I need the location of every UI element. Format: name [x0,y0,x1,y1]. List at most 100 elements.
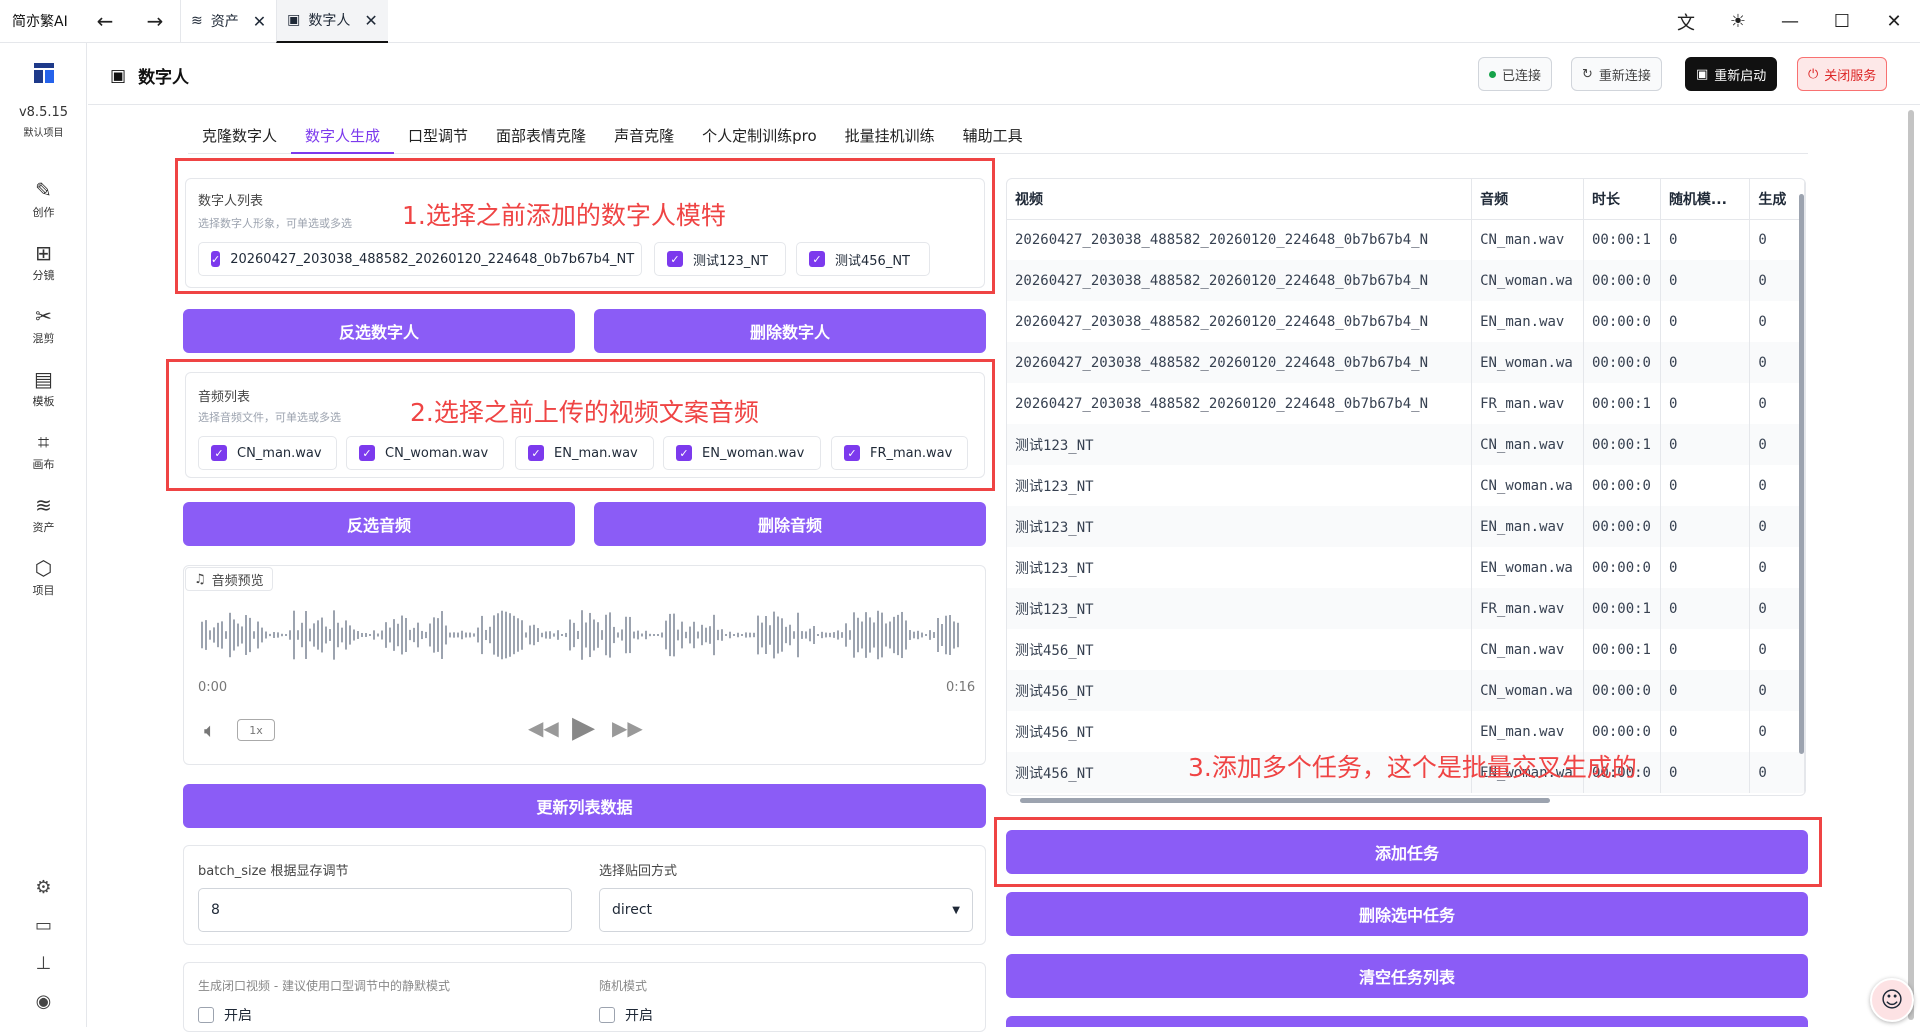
translate-icon[interactable]: 文 [1660,9,1712,35]
table-cell: 00:00:1 [1583,424,1661,465]
canvas-icon: ⌗ [37,430,50,454]
tab-batch-training[interactable]: 批量挂机训练 [831,122,949,154]
table-row[interactable]: 20260427_203038_488582_20260120_224648_0… [1007,383,1805,424]
play-icon[interactable]: ▶ [572,710,595,745]
tab-face-clone[interactable]: 面部表情克隆 [482,122,600,154]
invert-humans-button[interactable]: 反选数字人 [183,309,575,353]
column-header-video[interactable]: 视频 [1007,179,1473,220]
table-cell: 0 [1660,301,1751,342]
add-task-button[interactable]: 添加任务 [1006,830,1808,874]
table-cell: 0 [1749,301,1805,342]
table-cell: 00:00:1 [1583,219,1661,260]
options-panel [183,962,986,1032]
tab-digital-human[interactable]: ▣ 数字人 ✕ [276,0,388,43]
table-row[interactable]: 20260427_203038_488582_20260120_224648_0… [1007,219,1805,260]
close-icon[interactable]: ✕ [364,11,377,30]
window-close-icon[interactable]: ✕ [1868,11,1920,32]
partial-button[interactable] [1006,1016,1808,1027]
table-cell: 00:00:0 [1583,547,1661,588]
table-row[interactable]: 20260427_203038_488582_20260120_224648_0… [1007,301,1805,342]
tab-lip-adjust[interactable]: 口型调节 [394,122,482,154]
settings-gear-icon[interactable]: ⚙ [0,877,87,898]
reconnect-button[interactable]: ↻ 重新连接 [1571,57,1662,91]
back-arrow-icon[interactable]: ← [80,0,130,43]
table-row[interactable]: 20260427_203038_488582_20260120_224648_0… [1007,342,1805,383]
column-header-random[interactable]: 随机模... [1660,179,1751,220]
tab-clone-human[interactable]: 克隆数字人 [188,122,291,154]
random-mode-toggle[interactable]: 开启 [599,1005,653,1025]
table-cell: 0 [1749,465,1805,506]
tab-generate-human[interactable]: 数字人生成 [291,122,395,154]
delete-humans-button[interactable]: 删除数字人 [594,309,986,353]
column-header-generate[interactable]: 生成 [1749,179,1805,220]
tab-custom-training[interactable]: 个人定制训练pro [688,122,831,154]
closed-mouth-toggle[interactable]: 开启 [198,1005,252,1025]
clapper-icon: ▤ [34,367,53,391]
sidebar-item-canvas[interactable]: ⌗ 画布 [0,430,87,472]
sidebar-item-project[interactable]: ⬡ 项目 [0,556,87,598]
invert-audio-button[interactable]: 反选音频 [183,502,575,546]
table-cell: 00:00:0 [1583,506,1661,547]
delete-selected-tasks-button[interactable]: 删除选中任务 [1006,892,1808,936]
table-vertical-scrollbar[interactable] [1799,194,1804,754]
refresh-list-button[interactable]: 更新列表数据 [183,784,986,828]
rewind-icon[interactable]: ◀◀ [528,716,559,740]
table-cell: 0 [1749,506,1805,547]
status-dot-icon [1489,70,1496,78]
sidebar-item-template[interactable]: ▤ 模板 [0,367,87,409]
task-table: 视频 音频 时长 随机模... 生成 20260427_203038_48858… [1007,179,1805,793]
table-row[interactable]: 测试123_NT CN_woman.wa 00:00:0 0 0 [1007,465,1805,506]
sidebar-item-create[interactable]: ✎ 创作 [0,178,87,220]
table-cell: 0 [1749,588,1805,629]
fast-forward-icon[interactable]: ▶▶ [612,716,643,740]
table-cell: 00:00:1 [1583,588,1661,629]
batch-size-input[interactable]: 8 [198,888,572,932]
sidebar-item-assets[interactable]: ≋ 资产 [0,493,87,535]
clean-icon[interactable]: ⊥ [0,953,87,974]
theme-sun-icon[interactable]: ☀ [1712,11,1764,32]
table-row[interactable]: 测试123_NT CN_man.wav 00:00:1 0 0 [1007,424,1805,465]
tab-voice-clone[interactable]: 声音克隆 [600,122,688,154]
assistant-avatar[interactable]: ☺ [1870,978,1914,1022]
annotation-step3: 3.添加多个任务，这个是批量交叉生成的 [1188,753,1637,782]
refresh-icon: ↻ [1582,66,1593,82]
playback-speed-button[interactable]: 1x [237,719,275,741]
audio-waveform[interactable] [200,605,970,665]
minimize-icon[interactable]: — [1764,11,1816,32]
user-icon[interactable]: ◉ [0,991,87,1012]
table-cell: 00:00:1 [1583,629,1661,670]
volume-icon[interactable]: 🔈︎ [204,718,216,742]
table-cell: 测试123_NT [1007,547,1473,588]
time-end: 0:16 [946,680,976,695]
shutdown-button[interactable]: ⏻ 关闭服务 [1797,57,1888,91]
page-scrollbar[interactable] [1908,110,1914,1020]
table-row[interactable]: 测试456_NT CN_man.wav 00:00:1 0 0 [1007,629,1805,670]
tab-tools[interactable]: 辅助工具 [949,122,1037,154]
column-header-duration[interactable]: 时长 [1583,179,1661,220]
table-row[interactable]: 测试456_NT CN_woman.wa 00:00:0 0 0 [1007,670,1805,711]
table-cell: CN_woman.wa [1471,260,1584,301]
clear-tasks-button[interactable]: 清空任务列表 [1006,954,1808,998]
column-header-audio[interactable]: 音频 [1471,179,1584,220]
close-icon[interactable]: ✕ [253,12,266,31]
table-row[interactable]: 测试456_NT EN_man.wav 00:00:0 0 0 [1007,711,1805,752]
checkbox-unchecked-icon [198,1007,214,1023]
table-cell: FR_man.wav [1471,383,1584,424]
sub-tabs: 克隆数字人 数字人生成 口型调节 面部表情克隆 声音克隆 个人定制训练pro 批… [188,122,1808,154]
layers-icon: ≋ [191,13,203,29]
table-row[interactable]: 20260427_203038_488582_20260120_224648_0… [1007,260,1805,301]
sidebar-item-storyboard[interactable]: ⊞ 分镜 [0,241,87,283]
maximize-icon[interactable]: ☐ [1816,11,1868,32]
delete-audio-button[interactable]: 删除音频 [594,502,986,546]
table-row[interactable]: 测试123_NT FR_man.wav 00:00:1 0 0 [1007,588,1805,629]
table-row[interactable]: 测试123_NT EN_woman.wa 00:00:0 0 0 [1007,547,1805,588]
sidebar-item-mix[interactable]: ✂ 混剪 [0,304,87,346]
table-horizontal-scrollbar[interactable] [1020,798,1550,803]
table-row[interactable]: 测试123_NT EN_man.wav 00:00:0 0 0 [1007,506,1805,547]
tab-assets[interactable]: ≋ 资产 ✕ [180,0,276,43]
forward-arrow-icon[interactable]: → [130,0,180,43]
paste-mode-select[interactable]: direct ▼ [599,888,973,932]
storage-icon[interactable]: ▭ [0,915,87,936]
restart-button[interactable]: ▣ 重新启动 [1685,57,1778,91]
paste-mode-label: 选择贴回方式 [599,864,678,879]
